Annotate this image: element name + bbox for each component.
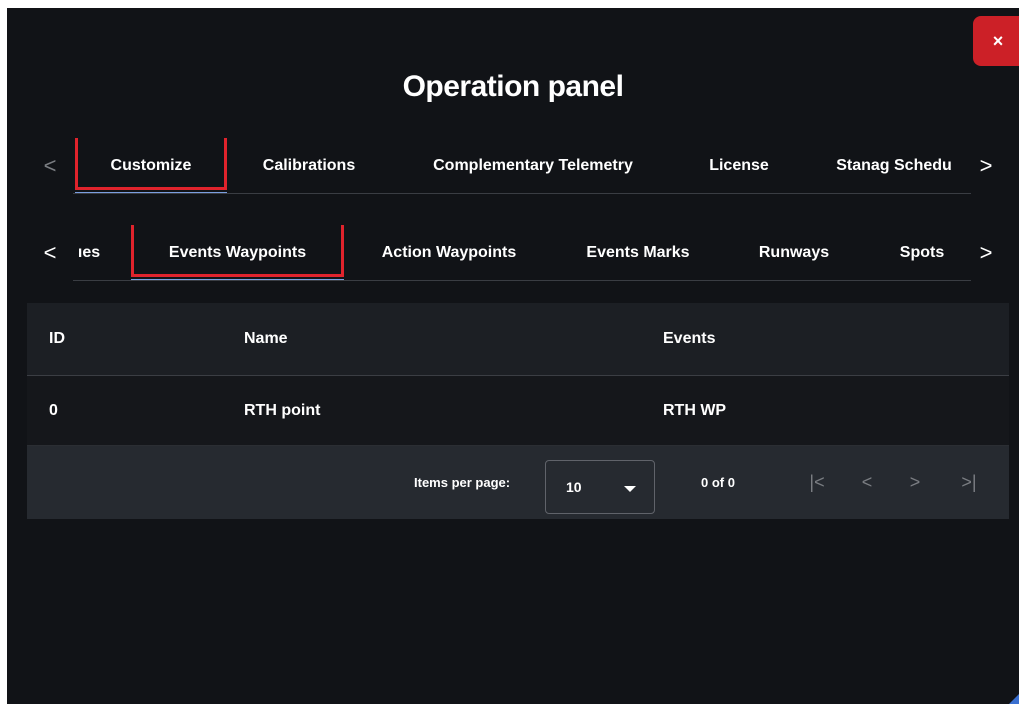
primary-tabs-prev-chevron-icon[interactable]: < xyxy=(35,138,65,194)
tab-label: Action Waypoints xyxy=(381,244,517,261)
column-header-id[interactable]: ID xyxy=(49,303,65,375)
previous-page-icon[interactable]: < xyxy=(847,446,887,519)
tab-stanag-schedule[interactable]: Stanag Schedu xyxy=(819,138,969,194)
last-page-icon[interactable]: >| xyxy=(949,446,989,519)
next-page-icon[interactable]: > xyxy=(895,446,935,519)
close-icon: × xyxy=(992,30,1004,51)
cell-id: 0 xyxy=(49,401,58,419)
paginator: Items per page: 10 0 of 0 |< < > >| xyxy=(27,446,1009,519)
operation-panel-dialog: Operation panel < Customize Calibrations… xyxy=(7,8,1019,704)
tab-truncated[interactable]: ıes xyxy=(71,225,107,281)
column-header-events[interactable]: Events xyxy=(663,303,715,375)
tab-action-waypoints[interactable]: Action Waypoints xyxy=(365,225,533,281)
column-header-name[interactable]: Name xyxy=(244,303,288,375)
secondary-tabs-prev-chevron-icon[interactable]: < xyxy=(35,225,65,281)
tab-label: ıes xyxy=(77,244,101,261)
tab-label: Calibrations xyxy=(262,157,356,174)
tab-events-marks[interactable]: Events Marks xyxy=(571,225,705,281)
tab-label: Stanag Schedu xyxy=(836,157,952,174)
highlight-box xyxy=(75,138,227,190)
events-waypoints-table: ID Name Events 0 RTH point RTH WP Items … xyxy=(27,303,1009,519)
primary-tabs-next-chevron-icon[interactable]: > xyxy=(971,138,1001,194)
tab-label: Runways xyxy=(758,244,830,261)
primary-tab-bar: < Customize Calibrations Complementary T… xyxy=(7,138,1019,194)
page-size-value: 10 xyxy=(566,479,582,495)
table-row[interactable]: 0 RTH point RTH WP xyxy=(27,376,1009,446)
secondary-tabs-next-chevron-icon[interactable]: > xyxy=(971,225,1001,281)
tab-calibrations[interactable]: Calibrations xyxy=(245,138,373,194)
cell-name: RTH point xyxy=(244,401,321,419)
tab-label: Complementary Telemetry xyxy=(433,157,633,174)
tab-divider xyxy=(73,280,971,281)
cell-events: RTH WP xyxy=(663,401,727,419)
resize-handle-icon[interactable] xyxy=(1009,694,1019,704)
tab-customize[interactable]: Customize xyxy=(75,138,227,194)
tab-divider xyxy=(73,193,971,194)
tab-label: Spots xyxy=(899,244,945,261)
table-header: ID Name Events xyxy=(27,303,1009,376)
page-range-label: 0 of 0 xyxy=(701,475,735,490)
dropdown-caret-icon xyxy=(624,486,636,492)
dialog-title: Operation panel xyxy=(402,70,624,103)
tab-events-waypoints[interactable]: Events Waypoints xyxy=(131,225,344,281)
page-size-select[interactable]: 10 xyxy=(545,460,655,514)
close-button[interactable]: × xyxy=(973,16,1019,66)
tab-label: License xyxy=(709,157,769,174)
tab-label: Events Marks xyxy=(586,244,690,261)
highlight-box xyxy=(131,225,344,277)
tab-complementary-telemetry[interactable]: Complementary Telemetry xyxy=(407,138,659,194)
tab-spots[interactable]: Spots xyxy=(891,225,953,281)
tab-license[interactable]: License xyxy=(689,138,789,194)
items-per-page-label: Items per page: xyxy=(414,475,511,490)
secondary-tab-bar: < ıes Events Waypoints Action Waypoints … xyxy=(7,225,1019,281)
tab-runways[interactable]: Runways xyxy=(747,225,841,281)
first-page-icon[interactable]: |< xyxy=(797,446,837,519)
